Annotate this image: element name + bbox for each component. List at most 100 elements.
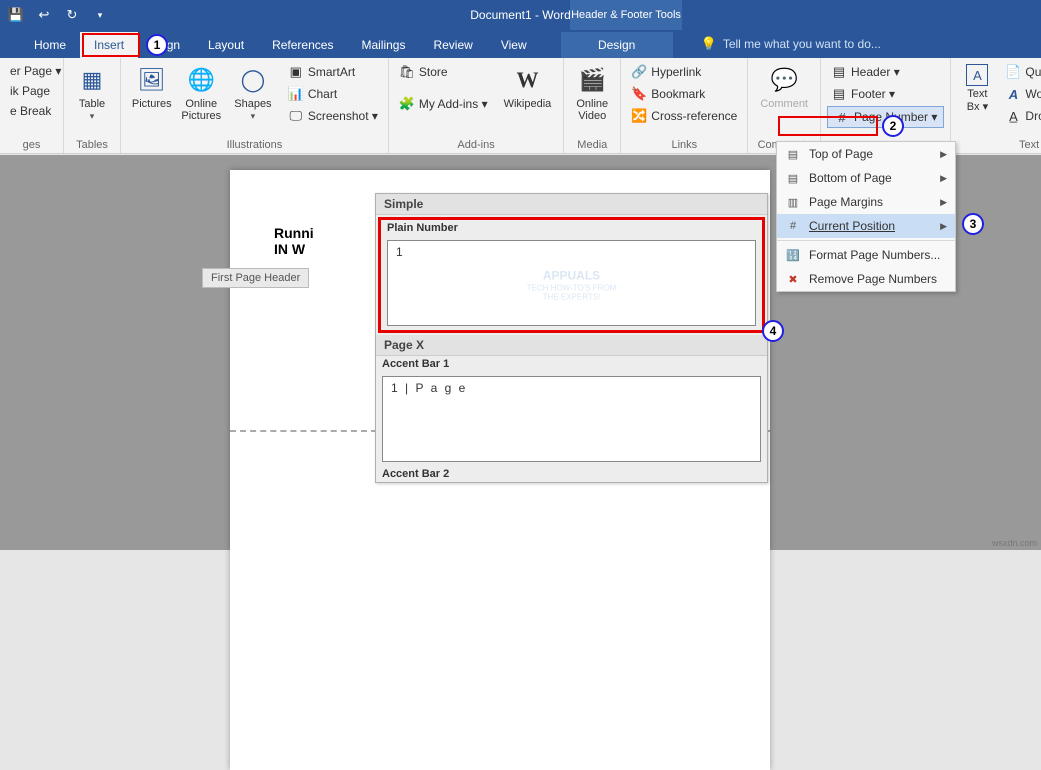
- footer-button[interactable]: ▤Footer ▾: [827, 84, 944, 104]
- blank-page-button[interactable]: ik Page: [6, 82, 65, 100]
- quick-parts-button[interactable]: 📄Quick Parts ▾: [1001, 62, 1041, 82]
- margins-icon: ▥: [785, 194, 801, 210]
- footer-icon: ▤: [831, 86, 847, 102]
- header-button[interactable]: ▤Header ▾: [827, 62, 944, 82]
- page-break-button[interactable]: e Break: [6, 102, 65, 120]
- group-label-pages: ges: [6, 137, 57, 151]
- menu-page-margins[interactable]: ▥Page Margins▶: [777, 190, 955, 214]
- tab-references[interactable]: References: [258, 32, 347, 58]
- shapes-button[interactable]: ◯Shapes: [226, 62, 280, 124]
- tab-mailings[interactable]: Mailings: [347, 32, 419, 58]
- format-icon: 🔢: [785, 247, 801, 263]
- group-text: AText Bx ▾ 📄Quick Parts ▾ AWordArt ▾ A̲D…: [950, 58, 1041, 153]
- comment-button[interactable]: 💬Comment: [754, 62, 814, 112]
- gallery-preview-accent1[interactable]: 1 | P a g e: [382, 376, 761, 462]
- group-label-tables: Tables: [70, 137, 114, 151]
- group-label-addins: Add-ins: [395, 137, 557, 151]
- hyperlink-button[interactable]: 🔗Hyperlink: [627, 62, 741, 82]
- contextual-tab-label: Header & Footer Tools: [570, 0, 682, 30]
- bookmark-icon: 🔖: [631, 86, 647, 102]
- group-pages: er Page ▾ ik Page e Break ges: [0, 58, 64, 153]
- smartart-button[interactable]: ▣SmartArt: [284, 62, 382, 82]
- menu-remove-page-numbers[interactable]: ✖Remove Page Numbers: [777, 267, 955, 291]
- group-label-text: Text: [957, 137, 1041, 151]
- screenshot-button[interactable]: 🖵Screenshot ▾: [284, 106, 382, 126]
- wordart-button[interactable]: AWordArt ▾: [1001, 84, 1041, 104]
- tab-review[interactable]: Review: [419, 32, 486, 58]
- dropcap-icon: A̲: [1005, 108, 1021, 124]
- bottom-page-icon: ▤: [785, 170, 801, 186]
- textbox-icon: A: [966, 64, 988, 86]
- bookmark-button[interactable]: 🔖Bookmark: [627, 84, 741, 104]
- header-section-tag: First Page Header: [202, 268, 309, 288]
- pictures-button[interactable]: 🖼Pictures: [127, 62, 177, 112]
- cover-page-button[interactable]: er Page ▾: [6, 62, 65, 80]
- annotation-1: 1: [146, 34, 168, 56]
- qat-customize-icon[interactable]: ▾: [90, 5, 110, 25]
- window-title: Document1 - Word: [470, 8, 570, 22]
- tab-layout[interactable]: Layout: [194, 32, 258, 58]
- ribbon: er Page ▾ ik Page e Break ges ▦ Table Ta…: [0, 58, 1041, 154]
- store-icon: 🛍: [399, 64, 415, 80]
- comment-icon: 💬: [768, 64, 800, 96]
- tab-home[interactable]: Home: [20, 32, 80, 58]
- annotation-box-4-inner: Plain Number 1 APPUALS TECH HOW-TO'S FRO…: [378, 217, 765, 333]
- source-watermark: wsxdn.com: [992, 538, 1037, 548]
- gallery-section-pagex: Page X: [376, 335, 767, 356]
- group-addins: 🛍Store 🧩My Add-ins ▾ WWikipedia Add-ins: [389, 58, 564, 153]
- group-label-illustrations: Illustrations: [127, 137, 382, 151]
- text-box-button[interactable]: AText Bx ▾: [957, 62, 997, 115]
- tab-design-contextual[interactable]: Design: [561, 32, 673, 58]
- tell-me-placeholder: Tell me what you want to do...: [723, 37, 881, 51]
- submenu-arrow-icon: ▶: [940, 197, 947, 208]
- page-number-icon: #: [834, 109, 850, 125]
- tab-view[interactable]: View: [487, 32, 541, 58]
- video-icon: 🎬: [576, 64, 608, 96]
- menu-current-position[interactable]: #Current Position▶: [777, 214, 955, 238]
- group-illustrations: 🖼Pictures 🌐Online Pictures ◯Shapes ▣Smar…: [121, 58, 389, 153]
- screenshot-icon: 🖵: [288, 108, 304, 124]
- page-number-menu: ▤Top of Page▶ ▤Bottom of Page▶ ▥Page Mar…: [776, 141, 956, 292]
- annotation-2: 2: [882, 115, 904, 137]
- group-label-links: Links: [627, 137, 741, 151]
- group-media: 🎬Online Video Media: [564, 58, 621, 153]
- menu-format-page-numbers[interactable]: 🔢Format Page Numbers...: [777, 243, 955, 267]
- chart-button[interactable]: 📊Chart: [284, 84, 382, 104]
- submenu-arrow-icon: ▶: [940, 149, 947, 160]
- crossref-icon: 🔀: [631, 108, 647, 124]
- tab-insert[interactable]: Insert: [80, 32, 138, 58]
- menu-top-of-page[interactable]: ▤Top of Page▶: [777, 142, 955, 166]
- table-button[interactable]: ▦ Table: [70, 62, 114, 124]
- online-pictures-button[interactable]: 🌐Online Pictures: [177, 62, 227, 124]
- smartart-icon: ▣: [288, 64, 304, 80]
- gallery-item-accent2[interactable]: Accent Bar 2: [376, 466, 767, 482]
- undo-icon[interactable]: ↩: [34, 5, 54, 25]
- current-pos-icon: #: [785, 218, 801, 234]
- group-tables: ▦ Table Tables: [64, 58, 121, 153]
- redo-icon[interactable]: ↻: [62, 5, 82, 25]
- preview-text-2: 1 | P a g e: [391, 381, 467, 395]
- menu-bottom-of-page[interactable]: ▤Bottom of Page▶: [777, 166, 955, 190]
- wikipedia-button[interactable]: WWikipedia: [498, 62, 558, 112]
- group-comments: 💬Comment Comments: [748, 58, 821, 153]
- my-addins-button[interactable]: 🧩My Add-ins ▾: [395, 94, 492, 114]
- annotation-4: 4: [762, 320, 784, 342]
- gallery-section-simple: Simple: [376, 194, 767, 215]
- addins-icon: 🧩: [399, 96, 415, 112]
- top-page-icon: ▤: [785, 146, 801, 162]
- quickparts-icon: 📄: [1005, 64, 1021, 80]
- drop-cap-button[interactable]: A̲Drop Cap ▾: [1001, 106, 1041, 126]
- gallery-item-plain-number[interactable]: Plain Number: [381, 220, 762, 236]
- bulb-icon: 💡: [701, 36, 717, 52]
- gallery-item-accent1[interactable]: Accent Bar 1: [376, 356, 767, 372]
- cross-reference-button[interactable]: 🔀Cross-reference: [627, 106, 741, 126]
- table-icon: ▦: [76, 64, 108, 96]
- gallery-preview-plain[interactable]: 1 APPUALS TECH HOW-TO'S FROM THE EXPERTS…: [387, 240, 756, 326]
- remove-icon: ✖: [785, 271, 801, 287]
- store-button[interactable]: 🛍Store: [395, 62, 492, 82]
- online-picture-icon: 🌐: [185, 64, 217, 96]
- chart-icon: 📊: [288, 86, 304, 102]
- tell-me-search[interactable]: 💡 Tell me what you want to do...: [689, 30, 893, 58]
- online-video-button[interactable]: 🎬Online Video: [570, 62, 614, 124]
- save-icon[interactable]: 💾: [6, 5, 26, 25]
